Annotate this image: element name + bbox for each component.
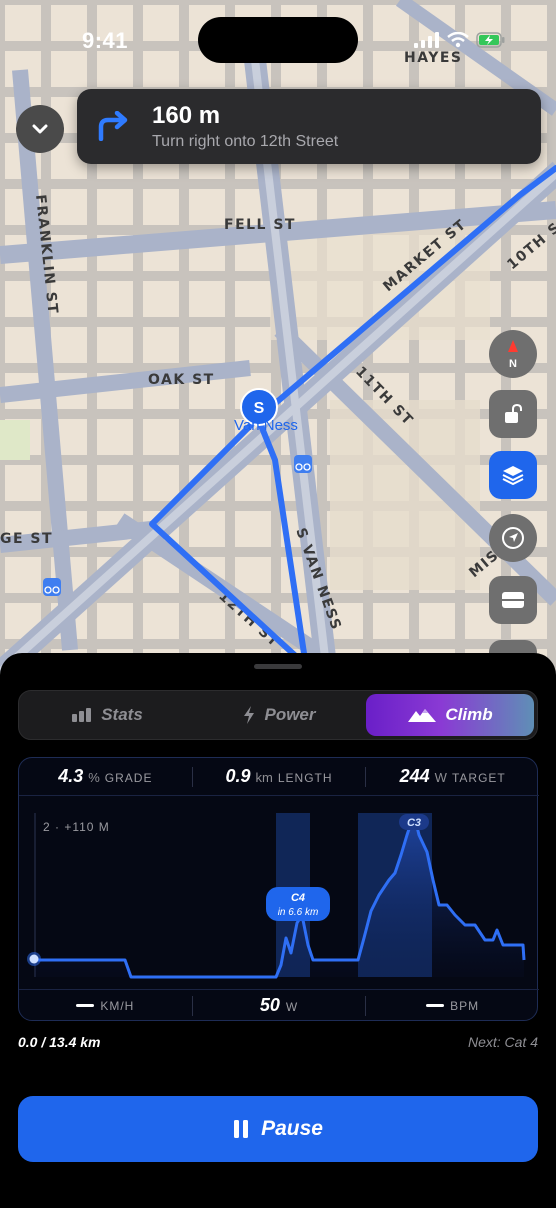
card-icon (502, 592, 524, 608)
turn-distance: 160 m (152, 102, 221, 129)
heart-rate-metric: BPM (366, 999, 539, 1013)
compass-icon: N (508, 340, 518, 370)
length-unit: km (255, 770, 273, 785)
hr-empty-value (426, 1003, 445, 1007)
more-map-button[interactable] (489, 640, 537, 654)
pause-icon (234, 1120, 249, 1138)
climb-c4-badge[interactable]: C4 in 6.6 km (266, 887, 330, 921)
elevation-profile[interactable]: 2 · +110 M C4 in 6.6 km C3 (19, 795, 539, 989)
climb-stats-row: 4.3 % GRADE 0.9 km LENGTH 244 W TARGET (19, 758, 539, 795)
cellular-signal-icon (414, 32, 439, 48)
target-stat: 244 W TARGET (366, 766, 539, 787)
pause-button[interactable]: Pause (18, 1096, 538, 1162)
target-label: TARGET (451, 771, 506, 785)
screen: FRANKLIN ST FELL ST MARKET ST 10TH S OAK… (0, 0, 556, 1208)
tab-climb[interactable]: Climb (366, 694, 534, 736)
climb-c3-badge[interactable]: C3 (399, 814, 429, 830)
status-icons (414, 32, 506, 48)
power-value: 50 (259, 995, 280, 1015)
speed-empty-value (76, 1003, 95, 1007)
unlock-icon (505, 403, 522, 423)
bolt-icon (244, 706, 255, 724)
street-label-fell: FELL ST (224, 217, 296, 233)
location-arrow-icon (502, 527, 524, 549)
ride-sheet: Stats Power Climb 4.3 % GRADE 0.9 km LEN… (0, 653, 556, 1208)
status-bar: 9:41 (0, 0, 556, 80)
length-value: 0.9 (225, 766, 251, 786)
target-unit: W (434, 770, 447, 785)
live-metrics-row: KM/H 50 W BPM (19, 989, 539, 1022)
svg-text:C4: C4 (291, 892, 305, 904)
svg-text:C3: C3 (407, 817, 421, 829)
svg-text:N: N (509, 358, 517, 370)
svg-text:in 6.6 km: in 6.6 km (278, 907, 319, 918)
status-time: 9:41 (82, 28, 129, 53)
speed-label: KM/H (100, 998, 135, 1013)
target-value: 244 (399, 766, 430, 786)
svg-text:S: S (254, 400, 265, 417)
compass-button[interactable]: N (489, 330, 537, 378)
elevation-summary: 2 · +110 M (43, 820, 110, 834)
speed-metric: KM/H (19, 999, 192, 1013)
pause-label: Pause (261, 1117, 323, 1140)
tab-power-label: Power (264, 705, 316, 724)
station-label: Van Ness (234, 417, 298, 434)
climb-card: 4.3 % GRADE 0.9 km LENGTH 244 W TARGET 2… (18, 757, 539, 1022)
turn-right-arrow-icon (98, 111, 128, 141)
street-label-oak: OAK ST (148, 372, 215, 388)
length-stat: 0.9 km LENGTH (193, 766, 366, 787)
card-view-button[interactable] (489, 576, 537, 624)
turn-instruction: Turn right onto 12th Street (152, 133, 339, 150)
current-position-dot (29, 954, 39, 964)
power-label: W (285, 1000, 299, 1014)
chevron-down-icon (32, 124, 48, 134)
layers-icon (502, 466, 524, 486)
grade-label: GRADE (104, 771, 153, 785)
wifi-icon (447, 32, 469, 48)
route-progress: 0.0 / 13.4 km (18, 1034, 101, 1050)
battery-charging-icon (476, 32, 505, 48)
grade-value: 4.3 (58, 766, 84, 786)
tab-control: Stats Power Climb (18, 690, 538, 740)
recenter-button[interactable] (489, 514, 537, 562)
length-label: LENGTH (277, 771, 333, 785)
mountain-icon (408, 709, 437, 722)
hr-label: BPM (450, 998, 480, 1013)
bike-station-icon (43, 578, 61, 596)
grade-stat: 4.3 % GRADE (19, 766, 192, 787)
grade-unit: % (88, 770, 100, 785)
street-label-ge: GE ST (0, 531, 53, 547)
collapse-button[interactable] (16, 105, 64, 153)
bar-chart-icon (72, 708, 92, 722)
tab-power[interactable]: Power (194, 694, 364, 736)
layers-button[interactable] (489, 451, 537, 499)
tab-climb-label: Climb (445, 705, 493, 724)
power-metric: 50 W (193, 995, 366, 1016)
next-climb: Next: Cat 4 (467, 1034, 538, 1050)
tab-stats[interactable]: Stats (22, 694, 192, 736)
lock-button[interactable] (489, 390, 537, 438)
turn-instruction-card[interactable]: 160 m Turn right onto 12th Street (77, 89, 541, 164)
sheet-grabber[interactable] (254, 664, 302, 669)
bike-station-icon (294, 455, 312, 473)
tab-stats-label: Stats (101, 705, 143, 724)
dynamic-island (198, 17, 358, 63)
